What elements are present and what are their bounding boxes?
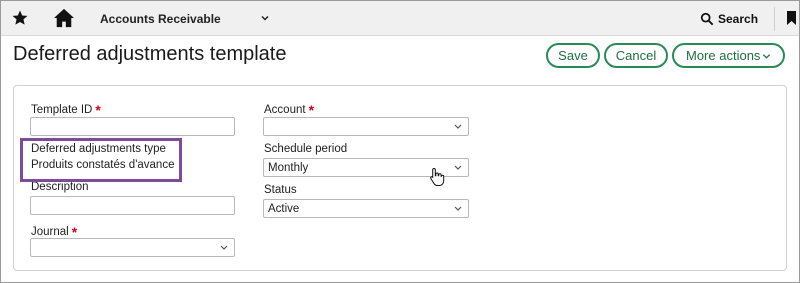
template-id-label: Template ID * <box>31 100 101 118</box>
cancel-button[interactable]: Cancel <box>604 43 668 68</box>
search-label: Search <box>718 12 759 26</box>
topbar-divider <box>774 7 775 31</box>
schedule-period-value: Monthly <box>268 161 309 174</box>
required-indicator: * <box>95 102 101 118</box>
bookmark-icon[interactable] <box>787 11 796 25</box>
status-value: Active <box>268 202 300 215</box>
page-title: Deferred adjustments template <box>13 43 287 65</box>
chevron-down-icon[interactable] <box>260 13 270 23</box>
chevron-down-icon <box>454 124 462 129</box>
chevron-down-icon <box>762 54 771 59</box>
top-navigation-bar: Accounts Receivable Search <box>1 1 799 36</box>
account-label: Account * <box>264 100 315 118</box>
home-icon[interactable] <box>53 8 75 28</box>
template-id-field[interactable] <box>30 117 235 136</box>
journal-select[interactable] <box>30 238 235 257</box>
account-select[interactable] <box>263 117 469 136</box>
description-field[interactable] <box>30 196 235 215</box>
status-label: Status <box>264 184 297 196</box>
search-button[interactable]: Search <box>700 11 758 27</box>
module-name[interactable]: Accounts Receivable <box>100 12 221 26</box>
journal-label-text: Journal <box>31 226 69 238</box>
status-select[interactable]: Active <box>263 199 469 218</box>
chevron-down-icon <box>454 206 462 211</box>
schedule-period-label: Schedule period <box>264 143 348 155</box>
save-button[interactable]: Save <box>546 43 600 68</box>
hand-cursor-icon <box>430 167 445 186</box>
account-label-text: Account <box>264 104 306 116</box>
template-id-label-text: Template ID <box>31 104 93 116</box>
journal-label: Journal * <box>31 222 77 240</box>
star-icon[interactable] <box>11 9 29 27</box>
chevron-down-icon <box>220 245 228 250</box>
more-actions-button[interactable]: More actions <box>672 43 785 68</box>
highlight-box <box>20 138 182 182</box>
search-icon <box>700 12 714 26</box>
chevron-down-icon <box>454 165 462 170</box>
more-actions-label: More actions <box>686 48 761 63</box>
required-indicator: * <box>308 102 315 118</box>
description-label: Description <box>31 181 89 193</box>
